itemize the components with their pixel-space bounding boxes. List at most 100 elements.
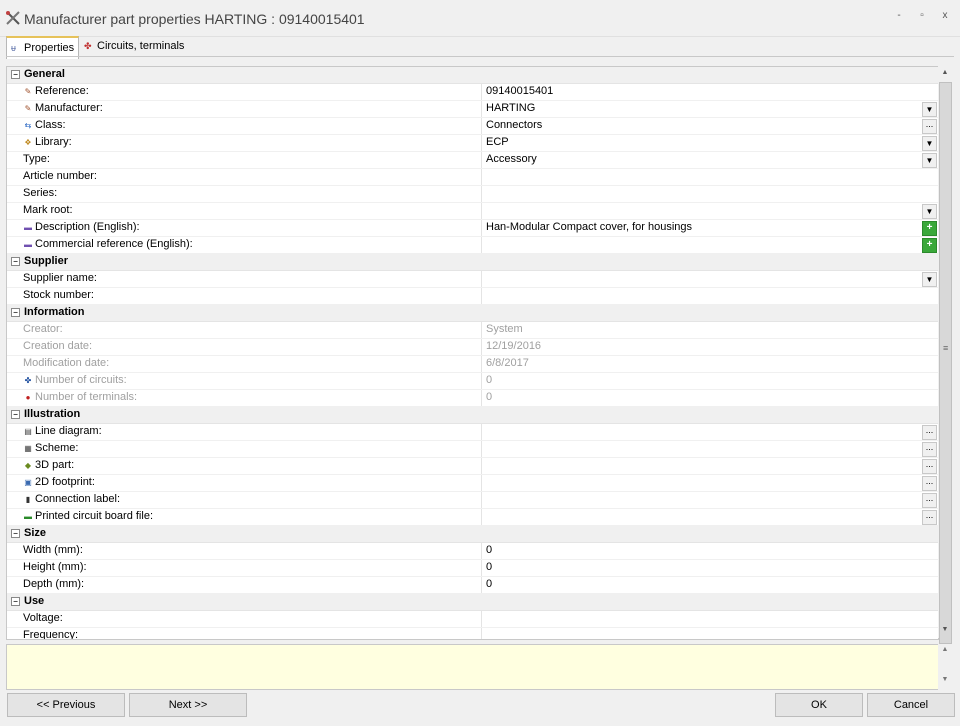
property-label-cell: Type: [23,153,481,165]
collapse-toggle-icon[interactable]: − [11,410,20,419]
add-translation-button[interactable]: + [922,221,937,236]
category-header-supplier[interactable]: − Supplier [7,254,938,271]
pcb-file-icon: ▬ [24,512,32,521]
property-row[interactable]: Series: [7,186,938,203]
property-row[interactable]: ❖ Library: ECP ▼ [7,135,938,152]
property-row[interactable]: ⇆ Class: Connectors... [7,118,938,135]
property-value: 0 [486,578,493,590]
category-header-use[interactable]: − Use [7,594,938,611]
property-value-cell[interactable] [481,611,938,627]
collapse-toggle-icon[interactable]: − [11,257,20,266]
property-value-cell[interactable]: 0 [481,560,938,576]
property-value-cell[interactable]: ▼ [481,271,938,287]
property-row[interactable]: Supplier name: ▼ [7,271,938,288]
browse-button[interactable]: ... [922,510,937,525]
property-value-cell[interactable] [481,288,938,304]
property-value-cell[interactable]: 09140015401 [481,84,938,100]
property-row[interactable]: ▤ Line diagram:... [7,424,938,441]
tab-circuits-terminals[interactable]: ✤ Circuits, terminals [80,36,188,57]
category-header-information[interactable]: − Information [7,305,938,322]
category-header-illustration[interactable]: − Illustration [7,407,938,424]
property-row[interactable]: Mark root: ▼ [7,203,938,220]
scroll-up-arrow[interactable]: ▲ [938,66,952,80]
property-value-cell[interactable]: HARTING ▼ [481,101,938,117]
property-value-cell[interactable]: ... [481,509,938,525]
property-row[interactable]: Stock number: [7,288,938,305]
browse-button[interactable]: ... [922,459,937,474]
property-row[interactable]: Frequency: [7,628,938,639]
property-label: Creator: [23,323,63,335]
property-label: Type: [23,153,50,165]
property-row[interactable]: ✎ Manufacturer: HARTING ▼ [7,101,938,118]
property-row[interactable]: ✎ Reference: 09140015401 [7,84,938,101]
dropdown-arrow-icon[interactable]: ▼ [922,153,937,168]
property-row[interactable]: Width (mm): 0 [7,543,938,560]
dropdown-arrow-icon[interactable]: ▼ [922,272,937,287]
property-row[interactable]: ▬ Commercial reference (English): + [7,237,938,254]
property-row[interactable]: ◆ 3D part:... [7,458,938,475]
minimize-button[interactable]: - [892,10,906,21]
property-value-cell[interactable]: 0 [481,577,938,593]
browse-button[interactable]: ... [922,442,937,457]
property-row[interactable]: Depth (mm): 0 [7,577,938,594]
property-value-cell[interactable] [481,628,938,639]
add-translation-button[interactable]: + [922,238,937,253]
description-scrollbar[interactable]: ▲ ▼ [938,644,952,690]
property-label: Description (English): [35,221,140,233]
property-value-cell[interactable]: ... [481,458,938,474]
dropdown-arrow-icon[interactable]: ▼ [922,136,937,151]
property-value-cell[interactable] [481,169,938,185]
previous-button[interactable]: << Previous [7,693,125,717]
browse-button[interactable]: ... [922,476,937,491]
collapse-toggle-icon[interactable]: − [11,529,20,538]
property-row[interactable]: Height (mm): 0 [7,560,938,577]
property-value: 09140015401 [486,85,554,97]
dropdown-arrow-icon[interactable]: ▼ [922,102,937,117]
ok-button[interactable]: OK [775,693,863,717]
property-description-panel [6,644,939,690]
property-label: Voltage: [23,612,63,624]
property-value: 0 [486,374,493,386]
collapse-toggle-icon[interactable]: − [11,308,20,317]
property-row[interactable]: ▬ Description (English): Han-Modular Compa… [7,220,938,237]
property-value-cell[interactable] [481,186,938,202]
property-value-cell[interactable]: 0 [481,543,938,559]
category-header-general[interactable]: − General [7,67,938,84]
category-label: Supplier [24,255,69,267]
property-value-cell[interactable]: ... [481,492,938,508]
property-value-cell[interactable]: + [481,237,938,253]
property-row[interactable]: Type: Accessory ▼ [7,152,938,169]
cancel-button[interactable]: Cancel [867,693,955,717]
collapse-toggle-icon[interactable]: − [11,70,20,79]
property-value-cell[interactable]: ▼ [481,203,938,219]
browse-button[interactable]: ... [922,119,937,134]
property-value-cell[interactable]: Han-Modular Compact cover, for housings + [481,220,938,236]
property-row[interactable]: Article number: [7,169,938,186]
scroll-thumb[interactable]: ≡ [939,82,952,644]
property-value-cell[interactable]: Connectors... [481,118,938,134]
property-row[interactable]: ▣ 2D footprint:... [7,475,938,492]
property-row[interactable]: ▬ Printed circuit board file:... [7,509,938,526]
category-header-size[interactable]: − Size [7,526,938,543]
dropdown-arrow-icon[interactable]: ▼ [922,204,937,219]
property-value-cell[interactable]: ... [481,441,938,457]
collapse-toggle-icon[interactable]: − [11,597,20,606]
property-row[interactable]: Voltage: [7,611,938,628]
browse-button[interactable]: ... [922,493,937,508]
property-row[interactable]: ▮ Connection label:... [7,492,938,509]
property-value-cell[interactable]: ... [481,424,938,440]
scroll-down-arrow[interactable]: ▼ [938,676,952,683]
property-row[interactable]: ▦ Scheme:... [7,441,938,458]
property-value-cell[interactable]: ECP ▼ [481,135,938,151]
restore-button[interactable]: ▫ [915,10,929,21]
property-value-cell[interactable]: ... [481,475,938,491]
property-grid-scrollbar[interactable]: ▲ ≡ ▼ [938,66,952,644]
property-value-cell: 0 [481,390,938,406]
next-button[interactable]: Next >> [129,693,247,717]
property-value-cell[interactable]: Accessory ▼ [481,152,938,168]
close-button[interactable]: x [938,10,952,21]
property-label: Connection label: [35,493,121,505]
browse-button[interactable]: ... [922,425,937,440]
scroll-down-arrow[interactable]: ▼ [938,623,952,637]
scroll-up-arrow[interactable]: ▲ [938,646,952,653]
